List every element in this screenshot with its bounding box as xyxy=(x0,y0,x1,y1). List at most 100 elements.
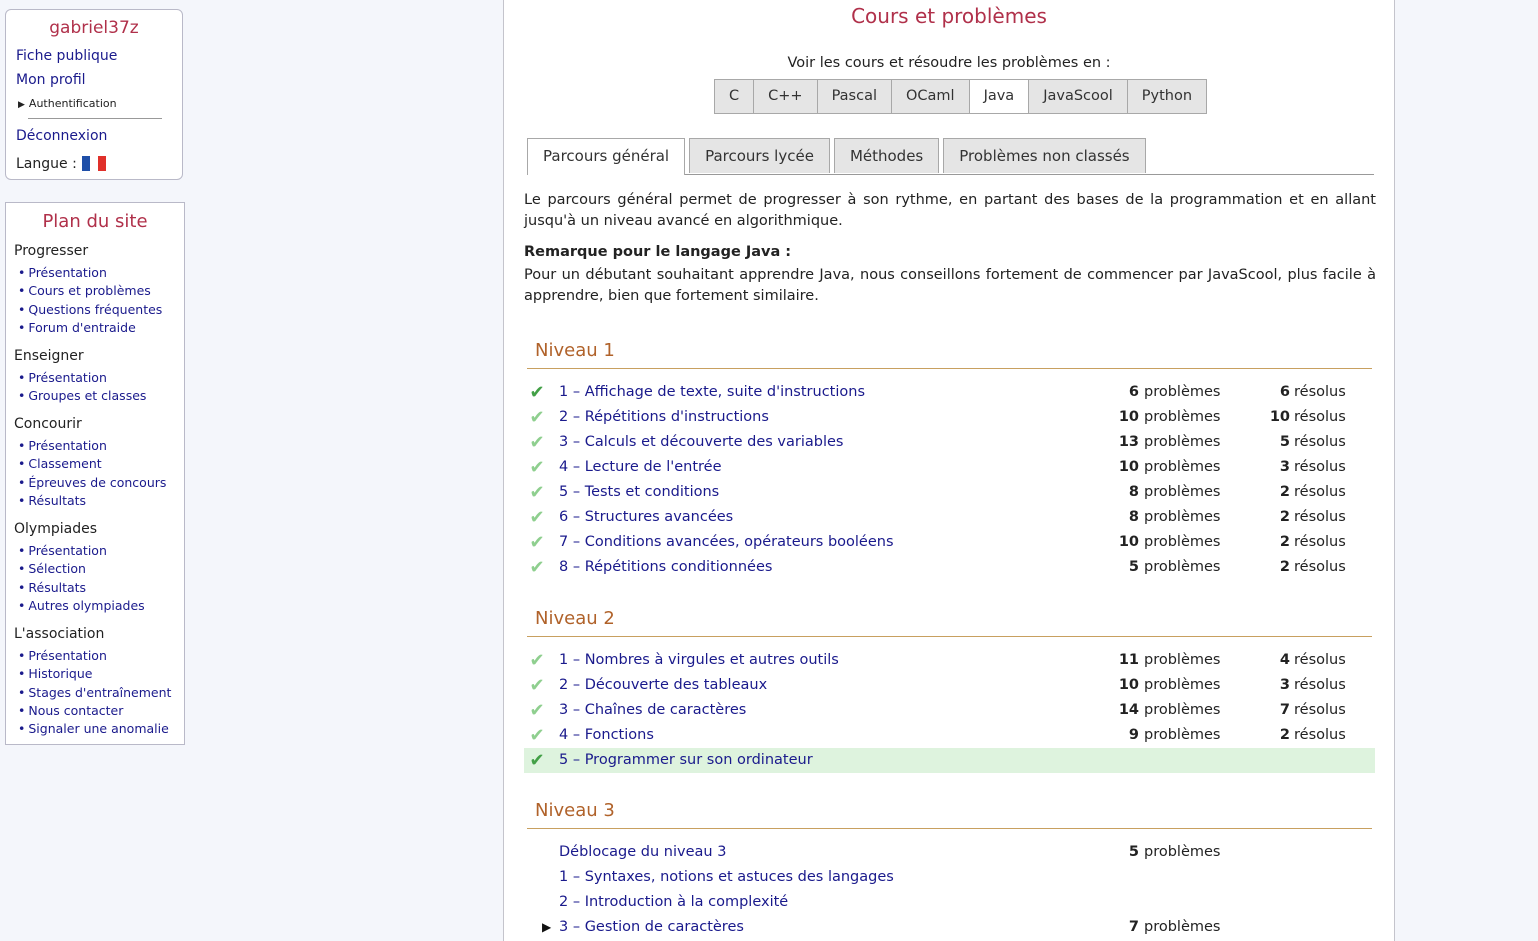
chapter-link[interactable]: 3 – Calculs et découverte des variables xyxy=(559,430,843,455)
plan-link-presentation[interactable]: • Présentation xyxy=(18,648,107,663)
chapter-link[interactable]: 1 – Affichage de texte, suite d'instruct… xyxy=(559,380,865,405)
chapter-link[interactable]: 7 – Conditions avancées, opérateurs bool… xyxy=(559,530,894,555)
solved-label: résolus xyxy=(1294,652,1346,668)
chapter-row[interactable]: ✔ 4 – Fonctions 9 problèmes 2 résolus xyxy=(524,723,1375,748)
chapter-link[interactable]: 4 – Fonctions xyxy=(559,723,654,748)
chapter-row[interactable]: ▶ 3 – Gestion de caractères 7 problèmes xyxy=(524,915,1375,940)
tab-parcours-lycee[interactable]: Parcours lycée xyxy=(689,138,830,173)
chapter-link[interactable]: 4 – Lecture de l'entrée xyxy=(559,455,722,480)
plan-link-label: Classement xyxy=(28,456,102,472)
language-button-javascool[interactable]: JavaScool xyxy=(1028,79,1128,114)
plan-link-historique[interactable]: • Historique xyxy=(18,666,92,681)
language-button-python[interactable]: Python xyxy=(1126,79,1208,114)
logout-link[interactable]: Déconnexion xyxy=(16,128,107,144)
chapter-link[interactable]: 3 – Gestion de caractères xyxy=(559,915,744,940)
chapter-row[interactable]: Déblocage du niveau 3 5 problèmes xyxy=(524,840,1375,865)
problem-count: 10 xyxy=(1118,677,1139,693)
chapter-row[interactable]: ✔ 5 – Programmer sur son ordinateur xyxy=(524,748,1375,773)
site-plan: Plan du site Progresser • Présentation • Cou… xyxy=(5,202,185,745)
chapter-row[interactable]: ✔ 1 – Nombres à virgules et autres outils… xyxy=(524,648,1375,673)
flag-fr-icon[interactable] xyxy=(82,156,106,171)
auth-label: Authentification xyxy=(28,97,117,110)
tab-problemes-non-classes[interactable]: Problèmes non classés xyxy=(943,138,1146,173)
plan-link-presentation[interactable]: • Présentation xyxy=(18,438,107,453)
plan-link-forum-d-entraide[interactable]: • Forum d'entraide xyxy=(18,320,136,335)
check-icon: ✔ xyxy=(529,432,545,453)
plan-link-presentation[interactable]: • Présentation xyxy=(18,265,107,280)
problem-count: 10 xyxy=(1118,409,1139,425)
chapter-row[interactable]: 1 – Syntaxes, notions et astuces des lan… xyxy=(524,865,1375,890)
tab-methodes[interactable]: Méthodes xyxy=(833,138,940,173)
tab-parcours-general[interactable]: Parcours général xyxy=(527,138,686,175)
chapter-row[interactable]: ✔ 3 – Calculs et découverte des variables… xyxy=(524,430,1375,455)
plan-link-stages-d-entrainement[interactable]: • Stages d'entraînement xyxy=(18,685,171,700)
chapter-row[interactable]: ✔ 5 – Tests et conditions 8 problèmes 2 résol… xyxy=(524,480,1375,505)
chapter-row[interactable]: ✔ 6 – Structures avancées 8 problèmes 2 résol… xyxy=(524,505,1375,530)
chapter-link[interactable]: Déblocage du niveau 3 xyxy=(559,840,726,865)
language-button-c[interactable]: C xyxy=(714,79,755,114)
bullet-icon: • xyxy=(18,301,26,317)
chapter-link[interactable]: 1 – Syntaxes, notions et astuces des lan… xyxy=(559,865,894,890)
chapter-link[interactable]: 5 – Tests et conditions xyxy=(559,480,719,505)
chapter-link[interactable]: 8 – Répétitions conditionnées xyxy=(559,555,772,580)
language-button-pascal[interactable]: Pascal xyxy=(816,79,892,114)
auth-toggle[interactable]: ▶ Authentification xyxy=(18,97,117,110)
bullet-icon: • xyxy=(18,579,26,595)
plan-link-presentation[interactable]: • Présentation xyxy=(18,370,107,385)
plan-link-label: Présentation xyxy=(28,438,107,453)
public-profile-link[interactable]: Fiche publique xyxy=(16,48,117,64)
plan-link-presentation[interactable]: • Présentation xyxy=(18,543,107,558)
chapter-link[interactable]: 2 – Répétitions d'instructions xyxy=(559,405,769,430)
chapter-row[interactable]: ✔ 4 – Lecture de l'entrée 10 problèmes 3 réso… xyxy=(524,455,1375,480)
problem-label: problèmes xyxy=(1144,652,1221,668)
chapter-link[interactable]: 2 – Découverte des tableaux xyxy=(559,673,767,698)
chapter-row[interactable]: 2 – Introduction à la complexité xyxy=(524,890,1375,915)
bullet-icon: • xyxy=(18,265,26,280)
chapter-row[interactable]: ✔ 7 – Conditions avancées, opérateurs boo… xyxy=(524,530,1375,555)
chapter-row[interactable]: ✔ 8 – Répétitions conditionnées 5 problèmes… xyxy=(524,555,1375,580)
my-profile-link[interactable]: Mon profil xyxy=(16,72,86,88)
bullet-icon: • xyxy=(18,721,26,737)
solved-count: 3 xyxy=(1279,459,1290,475)
plan-link-autres-olympiades[interactable]: • Autres olympiades xyxy=(18,598,145,613)
plan-link-resultats[interactable]: • Résultats xyxy=(18,493,86,508)
intro-text: Le parcours général permet de progresser… xyxy=(524,192,1376,229)
check-icon: ✔ xyxy=(529,650,545,671)
solved-label: résolus xyxy=(1294,727,1346,743)
chapter-link[interactable]: 1 – Nombres à virgules et autres outils xyxy=(559,648,839,673)
plan-link-label: Résultats xyxy=(28,579,87,595)
plan-link-signaler-une-anomalie[interactable]: • Signaler une anomalie xyxy=(18,721,169,736)
chapter-link[interactable]: 6 – Structures avancées xyxy=(559,505,733,530)
level-divider xyxy=(527,368,1372,369)
chapter-link[interactable]: 5 – Programmer sur son ordinateur xyxy=(559,748,813,773)
problem-label: problèmes xyxy=(1144,727,1221,743)
language-button-ocaml[interactable]: OCaml xyxy=(890,79,970,114)
bullet-icon: • xyxy=(18,388,26,404)
solved-label: résolus xyxy=(1294,459,1346,475)
problem-label: problèmes xyxy=(1144,559,1221,575)
chapter-row[interactable]: ✔ 2 – Découverte des tableaux 10 problèmes 3… xyxy=(524,673,1375,698)
chapter-link[interactable]: 2 – Introduction à la complexité xyxy=(559,890,788,915)
plan-link-cours-et-problemes[interactable]: • Cours et problèmes xyxy=(18,283,151,298)
problem-count: 5 xyxy=(1128,559,1139,575)
plan-link-epreuves-de-concours[interactable]: • Épreuves de concours xyxy=(18,475,166,490)
plan-link-questions-frequentes[interactable]: • Questions fréquentes xyxy=(18,302,162,317)
plan-link-classement[interactable]: • Classement xyxy=(18,456,102,471)
username[interactable]: gabriel37z xyxy=(6,18,182,38)
solved-count: 2 xyxy=(1279,509,1290,525)
problem-count: 8 xyxy=(1128,509,1139,525)
plan-link-groupes-et-classes[interactable]: • Groupes et classes xyxy=(18,388,146,403)
check-icon: ✔ xyxy=(529,725,545,746)
chapter-link[interactable]: 3 – Chaînes de caractères xyxy=(559,698,746,723)
problem-label: problèmes xyxy=(1144,677,1221,693)
check-icon: ✔ xyxy=(529,457,545,478)
language-button-cpp[interactable]: C++ xyxy=(753,79,818,114)
problem-label: problèmes xyxy=(1144,409,1221,425)
chapter-row[interactable]: ✔ 1 – Affichage de texte, suite d'instruc… xyxy=(524,380,1375,405)
plan-link-selection[interactable]: • Sélection xyxy=(18,561,86,576)
chapter-row[interactable]: ✔ 2 – Répétitions d'instructions 10 problèm… xyxy=(524,405,1375,430)
plan-link-resultats[interactable]: • Résultats xyxy=(18,580,86,595)
language-button-java[interactable]: Java xyxy=(968,79,1030,114)
plan-link-nous-contacter[interactable]: • Nous contacter xyxy=(18,703,123,718)
chapter-row[interactable]: ✔ 3 – Chaînes de caractères 14 problèmes 7 ré… xyxy=(524,698,1375,723)
